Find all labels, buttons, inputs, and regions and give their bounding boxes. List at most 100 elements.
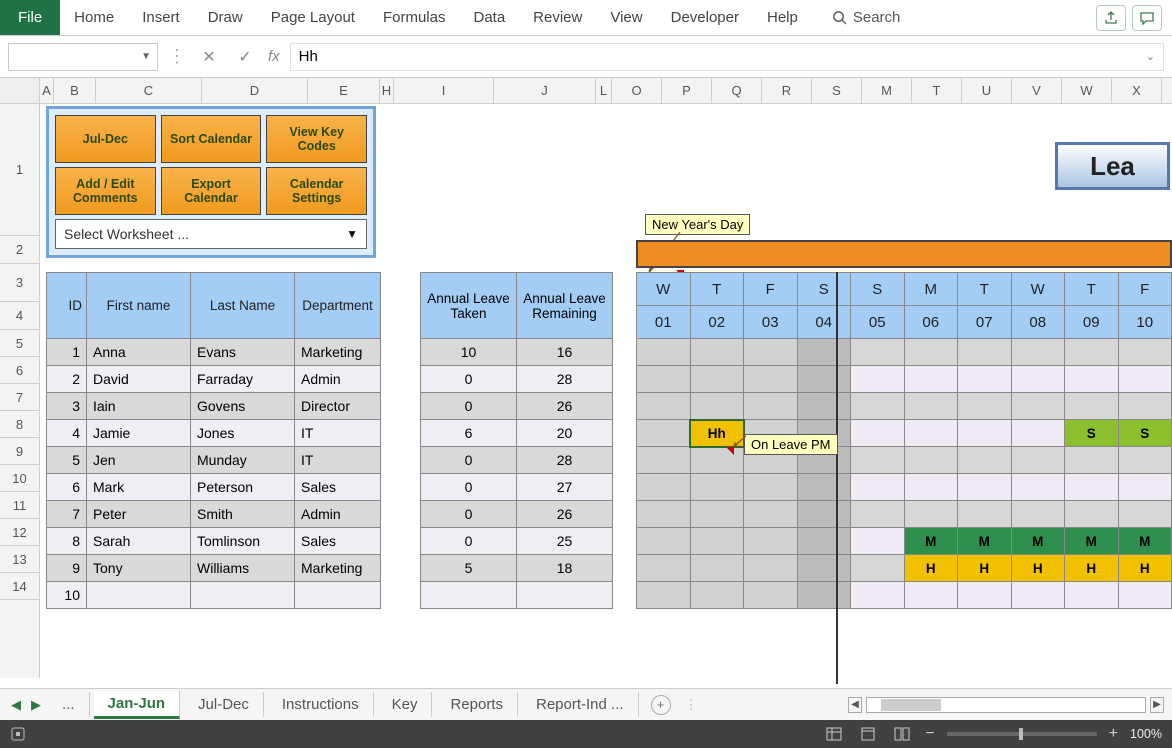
cal-cell[interactable]	[1118, 393, 1172, 420]
cal-cell[interactable]: M	[904, 528, 958, 555]
col-W[interactable]: W	[1062, 78, 1112, 103]
cal-cell[interactable]	[851, 393, 905, 420]
col-V[interactable]: V	[1012, 78, 1062, 103]
cal-cell[interactable]: H	[1065, 555, 1119, 582]
table-row[interactable]: 8SarahTomlinsonSales	[47, 528, 381, 555]
cell[interactable]: 6	[47, 474, 87, 501]
cell[interactable]: 20	[517, 420, 613, 447]
cal-cell[interactable]	[851, 420, 905, 447]
cal-cell[interactable]	[904, 366, 958, 393]
table-row[interactable]: 518	[421, 555, 613, 582]
cal-cell[interactable]	[904, 474, 958, 501]
cal-cell[interactable]	[744, 555, 798, 582]
row-header-8[interactable]: 8	[0, 411, 39, 438]
cal-cell[interactable]	[851, 555, 905, 582]
th-remain[interactable]: Annual Leave Remaining	[517, 273, 613, 339]
cell[interactable]: Sarah	[87, 528, 191, 555]
cal-cell[interactable]	[1011, 393, 1065, 420]
cell[interactable]: 28	[517, 366, 613, 393]
cell[interactable]	[87, 582, 191, 609]
horizontal-scrollbar[interactable]	[866, 697, 1146, 713]
cell[interactable]: 10	[47, 582, 87, 609]
cal-cell[interactable]	[797, 339, 851, 366]
table-row[interactable]: 4JamieJonesIT	[47, 420, 381, 447]
cal-cell[interactable]	[690, 339, 744, 366]
cal-cell[interactable]	[690, 366, 744, 393]
worksheet-selector[interactable]: Select Worksheet ... ▼	[55, 219, 367, 249]
cell[interactable]: 3	[47, 393, 87, 420]
sheet-area[interactable]: Jul-Dec Sort Calendar View Key Codes Add…	[40, 104, 1172, 678]
cell[interactable]: 16	[517, 339, 613, 366]
cal-cell[interactable]	[904, 501, 958, 528]
cal-cell[interactable]	[851, 528, 905, 555]
cal-day-header[interactable]: M	[904, 273, 958, 306]
cal-cell[interactable]	[744, 339, 798, 366]
cal-date-header[interactable]: 02	[690, 306, 744, 339]
ribbon-tab-pagelayout[interactable]: Page Layout	[257, 0, 369, 35]
formula-input[interactable]: Hh ⌄	[290, 43, 1164, 71]
tab-nav-prev[interactable]: ◀	[8, 697, 24, 713]
cal-cell[interactable]	[958, 393, 1012, 420]
cell[interactable]: Williams	[191, 555, 295, 582]
cal-cell[interactable]	[1011, 474, 1065, 501]
cell[interactable]: IT	[295, 420, 381, 447]
cal-day-header[interactable]: W	[1011, 273, 1065, 306]
cal-cell[interactable]	[851, 447, 905, 474]
share-button[interactable]	[1096, 5, 1126, 31]
cal-date-header[interactable]: 04	[797, 306, 851, 339]
cell[interactable]: 0	[421, 393, 517, 420]
cal-cell[interactable]: H	[1118, 555, 1172, 582]
scroll-left[interactable]: ◀	[848, 697, 862, 713]
cal-date-header[interactable]: 10	[1118, 306, 1172, 339]
zoom-thumb[interactable]	[1019, 728, 1023, 740]
cell[interactable]: Evans	[191, 339, 295, 366]
col-D[interactable]: D	[202, 78, 308, 103]
col-Q[interactable]: Q	[712, 78, 762, 103]
table-row[interactable]: 026	[421, 393, 613, 420]
cal-cell[interactable]: S	[1065, 420, 1119, 447]
col-U[interactable]: U	[962, 78, 1012, 103]
cal-date-header[interactable]: 01	[637, 306, 691, 339]
th-taken[interactable]: Annual Leave Taken	[421, 273, 517, 339]
cal-cell[interactable]	[1065, 501, 1119, 528]
cal-cell[interactable]	[1065, 393, 1119, 420]
view-key-codes-button[interactable]: View Key Codes	[266, 115, 367, 163]
cell[interactable]: Munday	[191, 447, 295, 474]
ribbon-tab-data[interactable]: Data	[459, 0, 519, 35]
cal-cell[interactable]	[904, 582, 958, 609]
table-row[interactable]: 1016	[421, 339, 613, 366]
ribbon-tab-insert[interactable]: Insert	[128, 0, 194, 35]
th-department[interactable]: Department	[295, 273, 381, 339]
cell[interactable]: 5	[421, 555, 517, 582]
col-L[interactable]: L	[596, 78, 612, 103]
cal-day-header[interactable]: W	[637, 273, 691, 306]
cell[interactable]: 18	[517, 555, 613, 582]
row-header-3[interactable]: 3	[0, 264, 39, 302]
cal-day-header[interactable]: T	[1065, 273, 1119, 306]
cal-cell[interactable]	[958, 420, 1012, 447]
cell[interactable]: 26	[517, 501, 613, 528]
cal-cell[interactable]	[744, 528, 798, 555]
cell[interactable]: Sales	[295, 474, 381, 501]
cal-cell[interactable]	[797, 582, 851, 609]
zoom-in-button[interactable]: +	[1109, 725, 1118, 743]
table-row[interactable]: 026	[421, 501, 613, 528]
cell[interactable]: Peterson	[191, 474, 295, 501]
row-header-2[interactable]: 2	[0, 236, 39, 264]
cal-cell[interactable]	[958, 474, 1012, 501]
cal-date-header[interactable]: 05	[851, 306, 905, 339]
cal-cell[interactable]	[637, 528, 691, 555]
cell[interactable]: Jen	[87, 447, 191, 474]
cell[interactable]	[421, 582, 517, 609]
cell[interactable]: 0	[421, 528, 517, 555]
cal-day-header[interactable]: T	[958, 273, 1012, 306]
cell[interactable]: Peter	[87, 501, 191, 528]
cal-cell[interactable]	[797, 501, 851, 528]
cal-cell[interactable]	[690, 582, 744, 609]
cal-cell[interactable]	[851, 582, 905, 609]
cal-cell[interactable]	[1011, 366, 1065, 393]
row-header-6[interactable]: 6	[0, 357, 39, 384]
cal-cell[interactable]	[637, 366, 691, 393]
normal-view-button[interactable]	[823, 725, 845, 743]
cal-cell[interactable]	[744, 501, 798, 528]
